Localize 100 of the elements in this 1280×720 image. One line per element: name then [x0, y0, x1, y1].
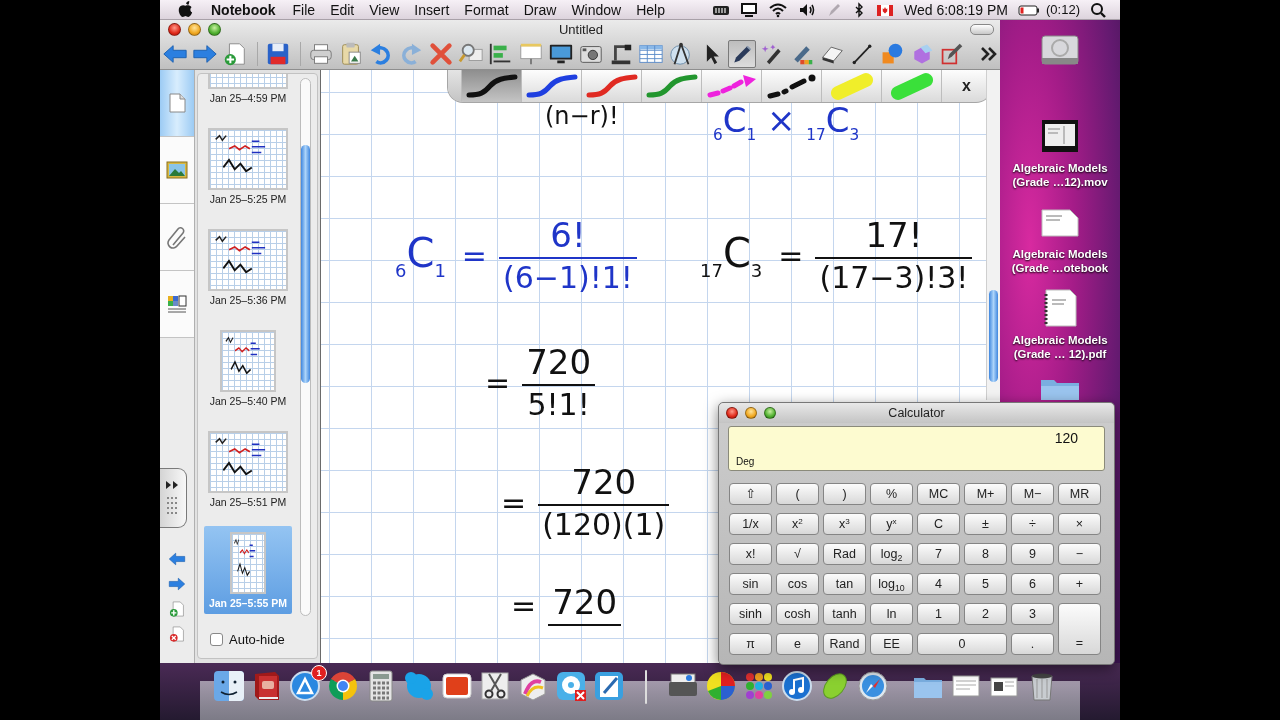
- calculator-key[interactable]: 3: [1011, 603, 1054, 625]
- calculator-key[interactable]: tanh: [823, 603, 866, 625]
- music-note-icon[interactable]: [781, 670, 813, 702]
- calculator-key[interactable]: x!: [729, 543, 772, 565]
- add-page-icon[interactable]: [222, 41, 248, 67]
- triangle-disc-icon[interactable]: [289, 670, 321, 702]
- finder-face-icon[interactable]: [213, 670, 245, 702]
- menu-item[interactable]: View: [369, 1, 400, 18]
- calculator-key[interactable]: ±: [964, 513, 1007, 535]
- sidebar-tab[interactable]: [160, 204, 194, 271]
- display-icon[interactable]: [740, 1, 758, 18]
- app-menu[interactable]: Notebook: [211, 1, 276, 18]
- calculator-key[interactable]: ×: [1058, 513, 1101, 535]
- calculator-key[interactable]: EE: [870, 633, 913, 655]
- calculator-key[interactable]: 5: [964, 573, 1007, 595]
- calculator-key[interactable]: tan: [823, 573, 866, 595]
- scrollbar-thumb[interactable]: [989, 290, 998, 382]
- close-window-button[interactable]: [726, 407, 738, 419]
- toolbar-toggle-button[interactable]: [970, 24, 994, 35]
- calculator-key[interactable]: −: [1058, 543, 1101, 565]
- calculator-key[interactable]: %: [870, 483, 913, 505]
- sidebar-tab[interactable]: [160, 271, 194, 338]
- menu-item[interactable]: Window: [571, 1, 622, 18]
- compass-icon[interactable]: [857, 670, 889, 702]
- scrollbar-thumb[interactable]: [301, 145, 310, 383]
- pie-chart-icon[interactable]: [705, 670, 737, 702]
- calculator-key[interactable]: sin: [729, 573, 772, 595]
- close-window-button[interactable]: [168, 23, 181, 36]
- page-list-item[interactable]: Jan 25–5:51 PM: [204, 425, 292, 513]
- toolbar-grip[interactable]: [448, 70, 461, 102]
- add-page-icon[interactable]: [168, 600, 186, 618]
- file-label[interactable]: Algebraic Models (Grade …otebook: [1001, 247, 1119, 275]
- auto-hide-checkbox[interactable]: [210, 632, 223, 646]
- calculator-key[interactable]: π: [729, 633, 772, 655]
- calculator-key[interactable]: =: [1058, 603, 1101, 655]
- back-arrow-icon[interactable]: [168, 550, 186, 568]
- calculator-key[interactable]: ): [823, 483, 866, 505]
- zoom-window-button[interactable]: [764, 407, 776, 419]
- menu-item[interactable]: Draw: [523, 1, 557, 18]
- calculator-key[interactable]: 6: [1011, 573, 1054, 595]
- menu-item[interactable]: File: [292, 1, 316, 18]
- calculator-key[interactable]: Rand: [823, 633, 866, 655]
- calculator-key[interactable]: y$^{x}$: [870, 513, 913, 535]
- calculator-key[interactable]: ÷: [1011, 513, 1054, 535]
- search-icon[interactable]: [1090, 1, 1106, 18]
- calculator-key[interactable]: 1: [917, 603, 960, 625]
- page-list-item[interactable]: Jan 25–4:59 PM: [204, 74, 292, 109]
- calculator-key[interactable]: sinh: [729, 603, 772, 625]
- cloud-icon[interactable]: [403, 670, 435, 702]
- file-label[interactable]: Algebraic Models (Grade …12).mov: [1001, 161, 1119, 189]
- delete-page-icon[interactable]: [168, 625, 186, 643]
- calculator-key[interactable]: M−: [1011, 483, 1054, 505]
- calculator-key[interactable]: cosh: [776, 603, 819, 625]
- calculator-key[interactable]: log$_{10}$: [870, 573, 913, 595]
- minimize-window-button[interactable]: [745, 407, 757, 419]
- calculator-key[interactable]: 1/x: [729, 513, 772, 535]
- scissors-icon[interactable]: [479, 670, 511, 702]
- calculator-key[interactable]: √: [776, 543, 819, 565]
- calculator-key[interactable]: MC: [917, 483, 960, 505]
- wifi-icon[interactable]: [768, 1, 788, 18]
- dots-icon[interactable]: [743, 670, 775, 702]
- calculator-key[interactable]: 0: [917, 633, 1007, 655]
- calculator-key[interactable]: ln: [870, 603, 913, 625]
- scrollbar-track[interactable]: [300, 78, 311, 616]
- page-list-item[interactable]: Jan 25–5:25 PM: [204, 122, 292, 210]
- calculator-key[interactable]: x$^{2}$: [776, 513, 819, 535]
- calculator-key[interactable]: 4: [917, 573, 960, 595]
- calculator-key[interactable]: cos: [776, 573, 819, 595]
- page-list-item[interactable]: Jan 25–5:40 PM: [204, 324, 292, 412]
- calculator-key[interactable]: .: [1011, 633, 1054, 655]
- sidebar-tab[interactable]: [160, 137, 194, 204]
- calculator-key[interactable]: MR: [1058, 483, 1101, 505]
- delete-cross-icon[interactable]: [428, 41, 454, 67]
- calculator-key[interactable]: 7: [917, 543, 960, 565]
- calculator-key[interactable]: log$_{2}$: [870, 543, 913, 565]
- page-list-item[interactable]: Jan 25–5:36 PM: [204, 223, 292, 311]
- calculator-key[interactable]: +: [1058, 573, 1101, 595]
- calculator-key[interactable]: e: [776, 633, 819, 655]
- checkbox-label[interactable]: Auto-hide: [229, 631, 285, 647]
- tile-icon[interactable]: [441, 670, 473, 702]
- wheel-icon[interactable]: [327, 670, 359, 702]
- sidebar-toggle[interactable]: [160, 468, 187, 528]
- zoom-window-button[interactable]: [208, 23, 221, 36]
- calculator-key[interactable]: 2: [964, 603, 1007, 625]
- calculator-key[interactable]: M+: [964, 483, 1007, 505]
- minimize-window-button[interactable]: [188, 23, 201, 36]
- apple-icon[interactable]: [178, 1, 193, 18]
- calculator-key[interactable]: Rad: [823, 543, 866, 565]
- menu-clock[interactable]: Wed 6:08:19 PM: [904, 1, 1009, 18]
- calculator-key[interactable]: (: [776, 483, 819, 505]
- forward-arrow-icon[interactable]: [168, 575, 186, 593]
- calculator-key[interactable]: x$^{3}$: [823, 513, 866, 535]
- scrollbar-track[interactable]: [986, 70, 1000, 400]
- menu-item[interactable]: Help: [636, 1, 665, 18]
- calculator-key[interactable]: 9: [1011, 543, 1054, 565]
- calculator-key[interactable]: 8: [964, 543, 1007, 565]
- calculator-key[interactable]: C: [917, 513, 960, 535]
- menu-item[interactable]: Edit: [330, 1, 355, 18]
- notebook-pencil-icon[interactable]: [593, 670, 625, 702]
- menu-item[interactable]: Insert: [414, 1, 450, 18]
